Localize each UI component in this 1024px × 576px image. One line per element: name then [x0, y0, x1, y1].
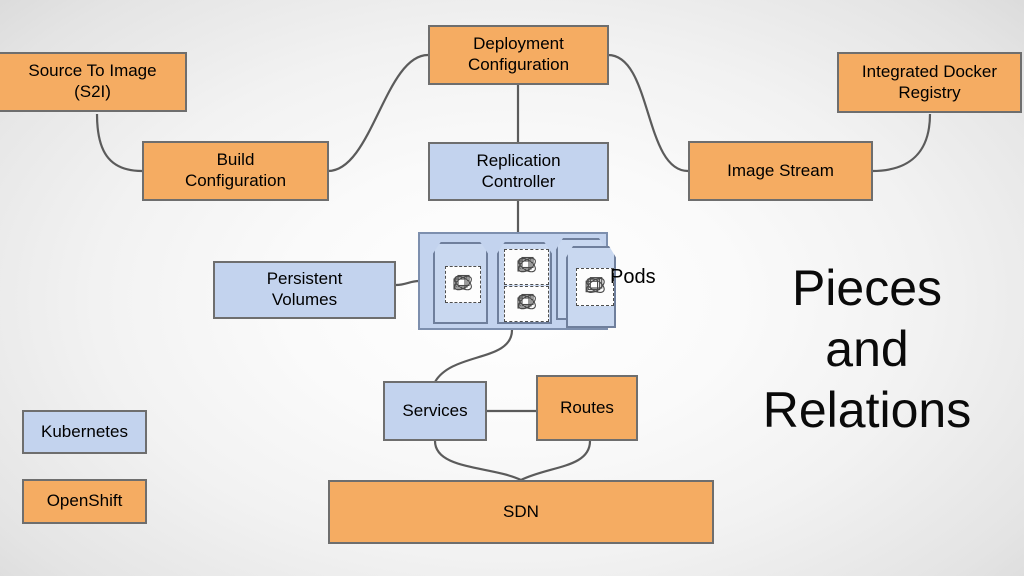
node-build-configuration-line2: Configuration [184, 171, 287, 190]
node-deployment-configuration-line2: Configuration [467, 55, 570, 74]
node-source-to-image[interactable]: Source To Image (S2I) [0, 52, 187, 112]
connector-persistent-volumes-to-pods [395, 279, 420, 287]
connector-image-stream-to-integrated-docker-registry [871, 113, 932, 173]
pods-cluster[interactable] [418, 232, 616, 330]
container-icon [576, 268, 614, 306]
connector-services-to-sdn [433, 440, 522, 481]
node-deployment-configuration-line1: Deployment [473, 34, 564, 54]
pod-shape-3-front[interactable] [566, 246, 616, 328]
node-integrated-docker-registry[interactable]: Integrated Docker Registry [837, 52, 1022, 113]
node-replication-controller-line1: Replication [476, 150, 561, 170]
node-source-to-image-line1: Source To Image [28, 61, 157, 81]
slide-title-line3: Relations [762, 382, 972, 438]
connector-s2i-to-build-configuration [95, 113, 143, 173]
node-persistent-volumes[interactable]: Persistent Volumes [213, 261, 396, 319]
node-replication-controller-line2: Controller [481, 171, 556, 191]
node-routes[interactable]: Routes [536, 375, 638, 441]
node-source-to-image-line2: (S2I) [74, 82, 111, 101]
node-sdn[interactable]: SDN [328, 480, 714, 544]
node-build-configuration-line1: Build [216, 150, 255, 170]
container-icon [504, 286, 549, 322]
pods-group-label: Pods [610, 266, 656, 288]
node-services-line1: Services [402, 400, 468, 420]
node-image-stream[interactable]: Image Stream [688, 141, 873, 201]
node-services[interactable]: Services [383, 381, 487, 441]
diagram-canvas: Source To Image (S2I) Build Configuratio… [0, 0, 1024, 576]
legend-item-openshift[interactable]: OpenShift [22, 479, 147, 524]
node-image-stream-line1: Image Stream [727, 160, 834, 180]
node-routes-line1: Routes [560, 397, 614, 417]
pod-shape-2[interactable] [497, 242, 552, 324]
connector-pods-to-services [434, 329, 514, 383]
container-icon [445, 266, 481, 303]
legend-item-kubernetes[interactable]: Kubernetes [22, 410, 147, 454]
node-integrated-docker-registry-line2: Registry [898, 82, 961, 102]
slide-title: Pieces and Relations [742, 258, 992, 441]
node-deployment-configuration[interactable]: Deployment Configuration [428, 25, 609, 85]
node-replication-controller[interactable]: Replication Controller [428, 142, 609, 201]
connector-build-configuration-to-deployment-configuration [327, 53, 429, 173]
node-integrated-docker-registry-line1: Integrated Docker [861, 61, 998, 81]
slide-title-line1: Pieces [791, 260, 943, 316]
legend-item-kubernetes-label: Kubernetes [41, 421, 128, 441]
container-icon [504, 249, 549, 285]
connector-routes-to-sdn [520, 440, 592, 481]
connector-deployment-configuration-to-image-stream [607, 53, 689, 173]
node-build-configuration[interactable]: Build Configuration [142, 141, 329, 201]
pod-shape-1[interactable] [433, 242, 488, 324]
node-persistent-volumes-line2: Volumes [271, 290, 338, 309]
legend-item-openshift-label: OpenShift [46, 491, 123, 511]
slide-title-line2: and [825, 321, 909, 377]
node-sdn-line1: SDN [503, 501, 539, 521]
node-persistent-volumes-line1: Persistent [266, 269, 343, 289]
